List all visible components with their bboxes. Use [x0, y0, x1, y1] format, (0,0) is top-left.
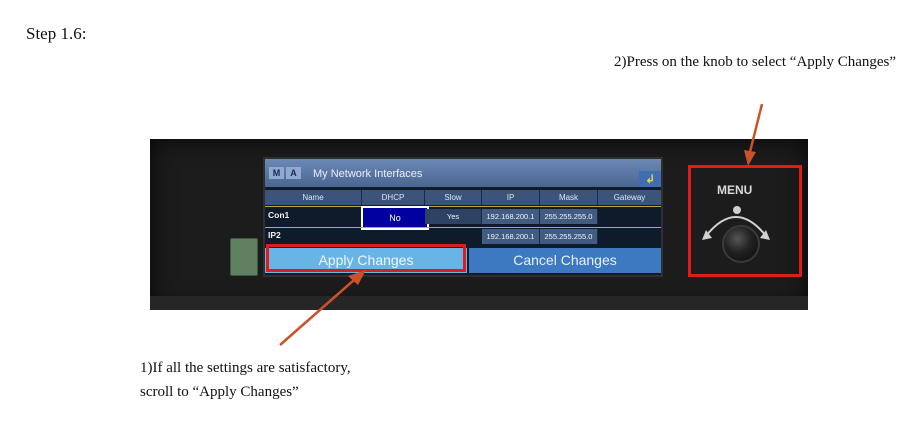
- arrow-to-apply-icon: [279, 270, 366, 346]
- annotation-arrows: [279, 103, 764, 346]
- arrow-to-knob-icon: [744, 103, 764, 166]
